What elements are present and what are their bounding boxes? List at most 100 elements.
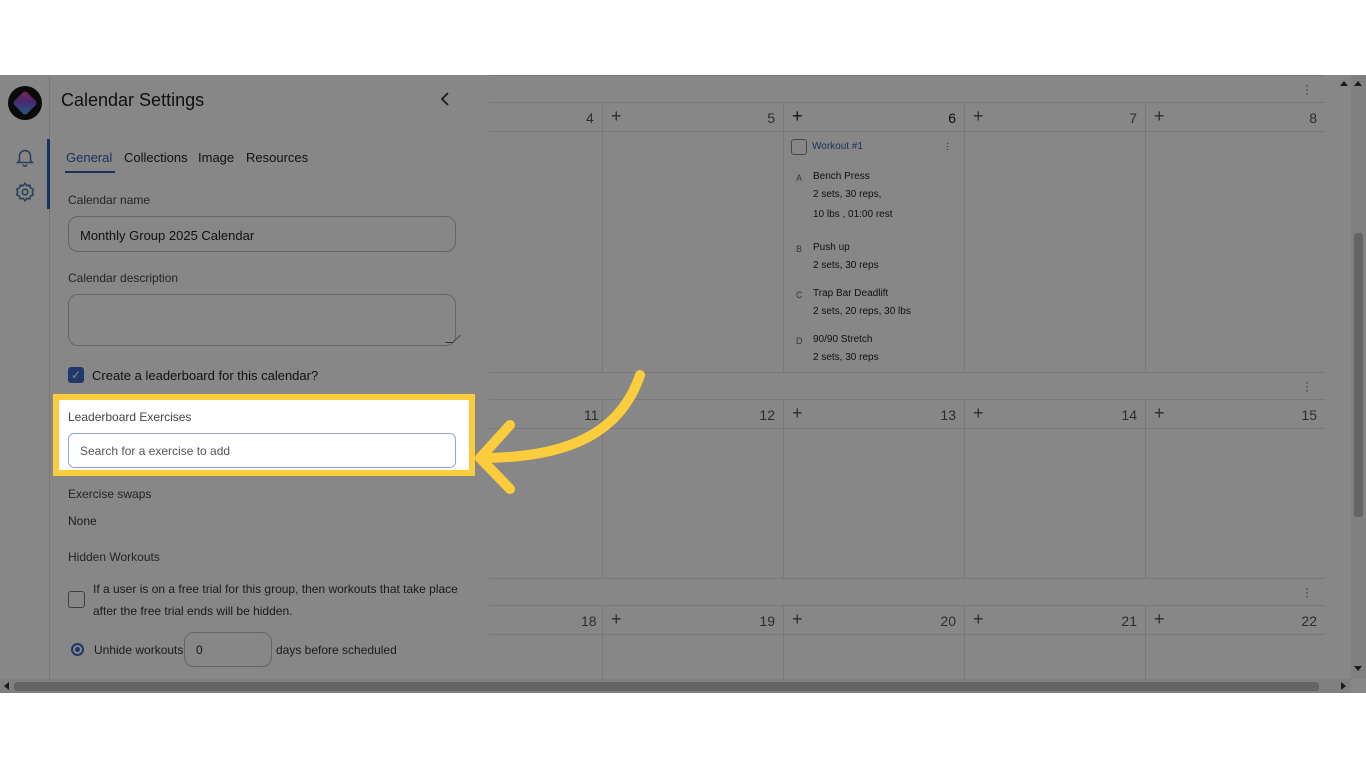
- calendar-scrollbar[interactable]: [1337, 75, 1366, 679]
- calendar-name-label: Calendar name: [68, 193, 151, 207]
- app-window: Calendar Settings General Collections Im…: [0, 75, 1366, 693]
- grid-line: [602, 132, 603, 372]
- leaderboard-checkbox-label: Create a leaderboard for this calendar?: [92, 368, 319, 383]
- plus-icon[interactable]: +: [973, 403, 984, 424]
- exercise-detail: 2 sets, 30 reps,: [813, 189, 882, 200]
- exercise-detail: 2 sets, 30 reps: [813, 352, 879, 363]
- leaderboard-exercises-label: Leaderboard Exercises: [68, 410, 192, 424]
- tab-image[interactable]: Image: [198, 150, 234, 165]
- leaderboard-exercise-search-input[interactable]: Search for a exercise to add: [68, 433, 456, 468]
- plus-icon[interactable]: +: [973, 106, 984, 127]
- pointer-arrow-icon: [475, 370, 645, 494]
- scroll-down-icon[interactable]: [1354, 666, 1362, 671]
- gear-icon[interactable]: [14, 181, 36, 203]
- day-number: 7: [1129, 110, 1137, 126]
- day-number: 14: [1121, 407, 1137, 423]
- highlight-box: Leaderboard Exercises Search for a exerc…: [53, 394, 475, 476]
- grid-line: [1145, 429, 1146, 579]
- day-number: 4: [586, 110, 594, 126]
- day-cell: + 8: [1145, 103, 1325, 131]
- hidden-workouts-label: Hidden Workouts: [68, 550, 160, 564]
- exercise-detail: 2 sets, 30 reps: [813, 260, 879, 271]
- day-cell: + 6: [783, 103, 964, 131]
- scroll-right-icon[interactable]: [1341, 682, 1346, 690]
- unhide-days-input[interactable]: 0: [184, 632, 272, 667]
- more-vertical-icon[interactable]: · · ·: [1305, 582, 1309, 602]
- week-bar: · · ·: [489, 75, 1325, 103]
- more-vertical-icon[interactable]: · · ·: [946, 139, 949, 155]
- tab-general[interactable]: General: [66, 150, 112, 165]
- day-number: 21: [1121, 613, 1137, 629]
- exercise-entry[interactable]: Push up 2 sets, 30 reps: [813, 239, 879, 275]
- day-number: 6: [948, 110, 956, 126]
- grid-line: [783, 429, 784, 579]
- tab-collections[interactable]: Collections: [124, 150, 188, 165]
- workout-checkbox[interactable]: [791, 139, 807, 155]
- horizontal-scroll-thumb[interactable]: [14, 682, 1319, 691]
- grid-line: [783, 635, 784, 679]
- leaderboard-checkbox[interactable]: ✓: [68, 367, 84, 383]
- unhide-suffix: days before scheduled: [276, 643, 397, 657]
- plus-icon[interactable]: +: [1154, 106, 1165, 127]
- day-number: 20: [940, 613, 956, 629]
- calendar-name-input[interactable]: Monthly Group 2025 Calendar: [68, 216, 456, 252]
- app-logo[interactable]: [8, 86, 42, 120]
- week-bar: · · ·: [489, 578, 1325, 606]
- tab-resources[interactable]: Resources: [246, 150, 308, 165]
- grid-line: [964, 429, 965, 579]
- day-cell: + 15: [1145, 400, 1325, 428]
- plus-icon[interactable]: +: [792, 403, 803, 424]
- plus-icon[interactable]: +: [1154, 403, 1165, 424]
- day-cell: + 5: [602, 103, 783, 131]
- plus-icon[interactable]: +: [792, 106, 803, 127]
- exercise-letter: D: [796, 336, 803, 346]
- plus-icon[interactable]: +: [973, 609, 984, 630]
- exercise-name: Trap Bar Deadlift: [813, 288, 889, 299]
- grid-line: [602, 635, 603, 679]
- free-trial-checkbox[interactable]: [68, 591, 85, 608]
- panel-title: Calendar Settings: [61, 90, 205, 110]
- plus-icon[interactable]: +: [611, 106, 622, 127]
- day-cell: + 14: [964, 400, 1145, 428]
- more-vertical-icon[interactable]: · · ·: [1305, 376, 1309, 396]
- plus-icon[interactable]: +: [1154, 609, 1165, 630]
- day-number: 5: [767, 110, 775, 126]
- day-cell: + 7: [964, 103, 1145, 131]
- scroll-up-icon[interactable]: [1340, 81, 1348, 86]
- grid-line: [964, 132, 965, 372]
- scroll-up-icon[interactable]: [1354, 81, 1362, 86]
- day-number: 19: [759, 613, 775, 629]
- exercise-detail: 2 sets, 20 reps, 30 lbs: [813, 306, 911, 317]
- unhide-label: Unhide workouts: [94, 643, 184, 657]
- exercise-entry[interactable]: Bench Press 2 sets, 30 reps, 10 lbs , 01…: [813, 168, 893, 224]
- exercise-name: Bench Press: [813, 171, 870, 182]
- plus-icon[interactable]: +: [792, 609, 803, 630]
- active-tab-indicator: [65, 171, 115, 173]
- scroll-left-icon[interactable]: [4, 682, 9, 690]
- free-trial-text: If a user is on a free trial for this gr…: [93, 582, 458, 618]
- day-number: 15: [1301, 407, 1317, 423]
- horizontal-scrollbar[interactable]: [0, 679, 1351, 693]
- exercise-name: Push up: [813, 242, 850, 253]
- bell-icon[interactable]: [14, 146, 36, 168]
- day-cell: + 19: [602, 606, 783, 634]
- workout-title-link[interactable]: Workout #1: [812, 141, 863, 152]
- scroll-track[interactable]: [1351, 75, 1366, 679]
- chevron-left-icon[interactable]: [436, 89, 456, 109]
- grid-line: [783, 132, 784, 372]
- plus-icon[interactable]: +: [611, 609, 622, 630]
- exercise-letter: C: [796, 290, 803, 300]
- resize-grip-icon[interactable]: [445, 335, 461, 343]
- exercise-letter: A: [796, 173, 803, 183]
- day-number: 18: [581, 613, 597, 629]
- grid-line: [1145, 132, 1146, 372]
- exercise-entry[interactable]: Trap Bar Deadlift 2 sets, 20 reps, 30 lb…: [813, 285, 911, 321]
- day-cell: + 22: [1145, 606, 1325, 634]
- exercise-letter: B: [796, 244, 803, 254]
- unhide-radio[interactable]: [71, 643, 84, 656]
- calendar-scroll-thumb[interactable]: [1354, 233, 1363, 517]
- calendar-description-textarea[interactable]: [68, 294, 461, 346]
- more-vertical-icon[interactable]: · · ·: [1305, 79, 1309, 99]
- day-cell: + 13: [783, 400, 964, 428]
- exercise-entry[interactable]: 90/90 Stretch 2 sets, 30 reps: [813, 331, 879, 367]
